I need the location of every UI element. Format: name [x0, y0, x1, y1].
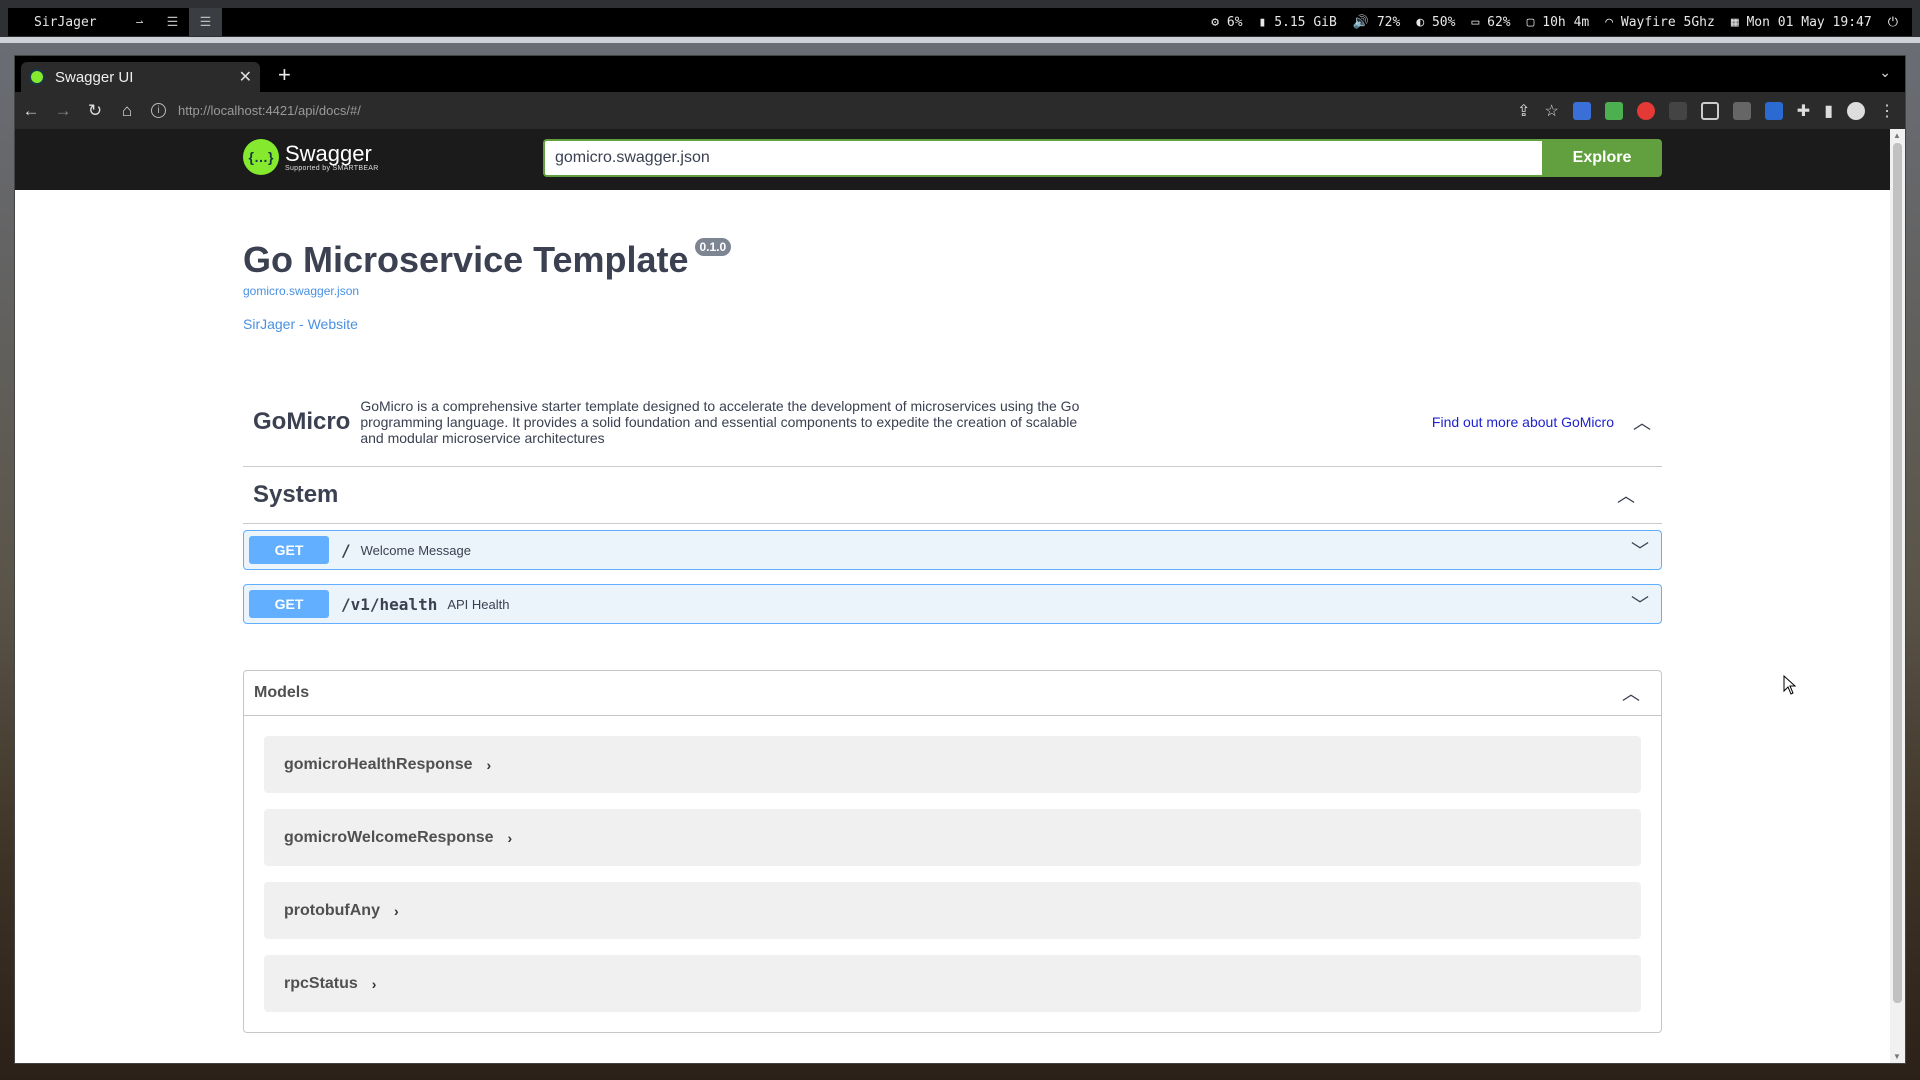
navigation-bar: ← → ↻ ⌂ i http://localhost:4421/api/docs… [15, 92, 1905, 129]
layout-stacked-icon[interactable]: ☰ [156, 8, 189, 36]
chevron-right-icon[interactable]: › [508, 830, 513, 846]
swagger-content: Go Microservice Template 0.1.0 gomicro.s… [243, 190, 1662, 1033]
workspace-name[interactable]: SirJager [8, 15, 123, 30]
model-name: rpcStatus [284, 974, 358, 992]
bookmark-star-icon[interactable]: ☆ [1544, 101, 1558, 121]
share-icon[interactable]: ⇪ [1517, 101, 1530, 121]
profile-avatar[interactable] [1847, 101, 1865, 120]
mouse-cursor-icon [1783, 675, 1797, 695]
battery-status: ▭ 62% [1471, 14, 1511, 30]
scrollbar-thumb[interactable] [1893, 143, 1902, 1003]
layout-tabbed-icon[interactable]: ⇀ [123, 8, 156, 36]
model-name: protobufAny [284, 901, 380, 919]
model-item[interactable]: protobufAny › [264, 882, 1641, 939]
tag-description: GoMicro is a comprehensive starter templ… [360, 398, 1080, 446]
model-name: gomicroHealthResponse [284, 755, 473, 773]
models-title: Models [254, 684, 310, 701]
shield-extension-icon[interactable] [1604, 101, 1623, 120]
home-icon[interactable]: ⌂ [111, 101, 143, 121]
model-name: gomicroWelcomeResponse [284, 828, 494, 846]
spec-link[interactable]: gomicro.swagger.json [243, 284, 1662, 298]
page-scrollbar[interactable]: ▲ ▼ [1890, 129, 1905, 1063]
new-tab-icon[interactable]: + [278, 62, 291, 88]
tag-gomicro[interactable]: GoMicro GoMicro is a comprehensive start… [243, 398, 1662, 467]
find-out-more-link[interactable]: Find out more about GoMicro [1432, 414, 1614, 430]
layout-split-icon[interactable]: ☰ [189, 8, 222, 36]
swagger-logo-name: Swagger [285, 140, 372, 166]
back-icon[interactable]: ← [15, 101, 47, 121]
model-item[interactable]: gomicroWelcomeResponse › [264, 809, 1641, 866]
card-extension-icon[interactable] [1732, 101, 1751, 120]
operation-summary: API Health [447, 596, 510, 612]
models-header[interactable]: Models ︿ [244, 671, 1661, 716]
chevron-up-icon[interactable]: ︿ [1632, 409, 1652, 435]
brightness-status[interactable]: ◐ 50% [1416, 15, 1455, 30]
clock-status[interactable]: ▦ Mon 01 May 19:47 [1731, 15, 1872, 30]
status-area: ⚙ 6% ▮ 5.15 GiB 🔊 72% ◐ 50% ▭ 62% ▢ 10h … [1211, 15, 1912, 30]
power-icon[interactable]: ⏻ [1888, 15, 1898, 30]
website-link[interactable]: SirJager - Website [243, 316, 1662, 332]
chevron-right-icon[interactable]: › [372, 976, 377, 992]
sidebar-icon[interactable]: ▮ [1824, 101, 1833, 121]
puzzle-extensions-icon[interactable]: ✚ [1797, 101, 1810, 121]
chevron-down-icon[interactable]: ﹀ [1630, 591, 1650, 617]
api-title: Go Microservice Template [243, 239, 689, 280]
tab-swagger-ui[interactable]: Swagger UI ✕ [21, 62, 260, 92]
method-badge: GET [249, 590, 329, 618]
extension-icon[interactable] [1668, 101, 1687, 120]
version-badge: 0.1.0 [694, 238, 732, 256]
scroll-up-icon[interactable]: ▲ [1893, 131, 1901, 140]
ublock-extension-icon[interactable] [1636, 101, 1655, 120]
volume-status[interactable]: 🔊 72% [1353, 15, 1401, 30]
chevron-right-icon[interactable]: › [394, 903, 399, 919]
tag-name: GoMicro [253, 408, 351, 435]
spec-url-input[interactable] [543, 139, 1542, 177]
url-path: :4421/api/docs/#/ [261, 103, 361, 118]
copy-extension-icon[interactable] [1764, 101, 1783, 120]
browser-window: Swagger UI ✕ + ⌄ ← → ↻ ⌂ i http://localh… [14, 55, 1906, 1064]
operation-summary: Welcome Message [360, 542, 471, 558]
swagger-topbar: {…} Swagger Supported by SMARTBEAR Explo… [15, 129, 1905, 190]
scroll-down-icon[interactable]: ▼ [1893, 1052, 1901, 1061]
api-title-row: Go Microservice Template 0.1.0 [243, 238, 1662, 280]
operation-path: /v1/health [341, 594, 438, 614]
operation-get-health[interactable]: GET /v1/health API Health ﹀ [243, 584, 1662, 624]
chevron-down-icon[interactable]: ﹀ [1630, 537, 1650, 563]
tag-name: System [253, 481, 339, 508]
chevron-right-icon[interactable]: › [486, 757, 491, 773]
swagger-page: {…} Swagger Supported by SMARTBEAR Explo… [15, 129, 1905, 1063]
close-tab-icon[interactable]: ✕ [239, 67, 252, 87]
tab-title: Swagger UI [55, 68, 134, 86]
tag-system[interactable]: System ︿ [243, 467, 1662, 524]
explore-button[interactable]: Explore [1542, 139, 1662, 177]
operation-path: / [341, 540, 351, 560]
models-section: Models ︿ gomicroHealthResponse › gomicro… [243, 670, 1662, 1033]
site-info-icon[interactable]: i [151, 103, 166, 118]
model-item[interactable]: gomicroHealthResponse › [264, 736, 1641, 793]
bitwarden-extension-icon[interactable] [1572, 101, 1591, 120]
tab-search-chevron-icon[interactable]: ⌄ [1879, 64, 1891, 81]
desktop-top-bar: SirJager ⇀ ☰ ☰ ⚙ 6% ▮ 5.15 GiB 🔊 72% ◐ 5… [0, 0, 1920, 43]
uptime-status: ▢ 10h 4m [1526, 14, 1590, 30]
wifi-status[interactable]: ◠ Wayfire 5Ghz [1605, 15, 1715, 30]
model-item[interactable]: rpcStatus › [264, 955, 1641, 1012]
operation-get-root[interactable]: GET / Welcome Message ﹀ [243, 530, 1662, 570]
screenshot-extension-icon[interactable] [1700, 101, 1719, 120]
forward-icon[interactable]: → [47, 101, 79, 121]
url-host: http://localhost [178, 103, 262, 118]
memory-status: ▮ 5.15 GiB [1258, 14, 1337, 30]
swagger-logo-sub: Supported by SMARTBEAR [285, 164, 379, 172]
tab-bar: Swagger UI ✕ + ⌄ [15, 56, 1905, 92]
swagger-logo[interactable]: {…} Swagger Supported by SMARTBEAR [243, 139, 379, 175]
swagger-favicon-icon [29, 69, 45, 85]
reload-icon[interactable]: ↻ [79, 101, 111, 121]
chevron-up-icon[interactable]: ︿ [1621, 680, 1641, 706]
swagger-logo-icon: {…} [243, 139, 279, 175]
address-bar[interactable]: i http://localhost:4421/api/docs/#/ [151, 97, 1517, 125]
cpu-status: ⚙ 6% [1211, 14, 1243, 30]
method-badge: GET [249, 536, 329, 564]
browser-menu-icon[interactable]: ⋮ [1879, 101, 1895, 121]
chevron-up-icon[interactable]: ︿ [1616, 482, 1636, 508]
